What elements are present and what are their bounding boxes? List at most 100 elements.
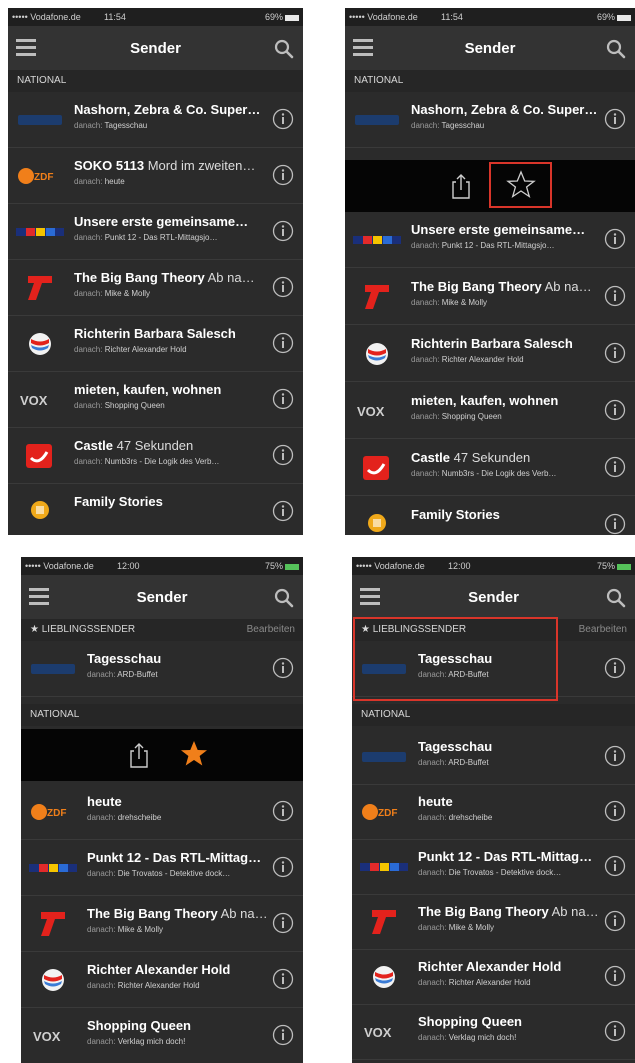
- info-icon[interactable]: [604, 399, 626, 421]
- channel-row[interactable]: Richterin Barbara Salesch danach: Richter…: [8, 316, 303, 372]
- channel-row[interactable]: The Big Bang Theory Ab na… danach: Mike &…: [345, 269, 635, 325]
- battery-percent: 75%: [264, 561, 283, 571]
- info-icon[interactable]: [604, 228, 626, 250]
- info-icon[interactable]: [604, 965, 626, 987]
- info-icon[interactable]: [604, 745, 626, 767]
- program-title: Shopping Queen: [87, 1018, 267, 1033]
- channel-row[interactable]: The Big Bang Theory Ab na… danach: Mike &…: [352, 894, 635, 950]
- info-icon[interactable]: [604, 657, 626, 679]
- next-program-title: Verklag mich doch!: [448, 1033, 517, 1042]
- info-icon[interactable]: [604, 910, 626, 932]
- next-program-title: drehscheibe: [117, 813, 162, 822]
- channel-row[interactable]: Castle 47 Sekunden danach: Numb3rs - Die …: [345, 440, 635, 496]
- program-title-main: SOKO 5113: [74, 158, 145, 173]
- info-icon[interactable]: [272, 164, 294, 186]
- info-icon[interactable]: [604, 456, 626, 478]
- channel-row[interactable]: ZDF heute danach: drehscheibe: [21, 784, 303, 840]
- search-icon[interactable]: [605, 38, 627, 60]
- info-icon[interactable]: [272, 276, 294, 298]
- program-title: Nashorn, Zebra & Co. Super…: [411, 102, 599, 117]
- edit-link[interactable]: Bearbeiten: [579, 624, 627, 635]
- panel-bottom-left: ••••• Vodafone.de 12:00 75% Sender ★ LIEBLIN…: [21, 557, 303, 1063]
- channel-logo-rtl2: [351, 511, 403, 535]
- info-icon[interactable]: [272, 800, 294, 822]
- channel-row[interactable]: Castle 47 Sekunden danach: Numb3rs - Die …: [8, 428, 303, 484]
- channel-row[interactable]: Unsere erste gemeinsame… danach: Punkt 12…: [345, 212, 635, 268]
- info-icon[interactable]: [604, 513, 626, 535]
- next-program: danach: ARD-Buffet: [87, 670, 267, 679]
- row-action-bar: [345, 160, 635, 212]
- info-icon[interactable]: [604, 342, 626, 364]
- channel-row[interactable]: Family Stories: [8, 484, 303, 535]
- clock: 12:00: [117, 561, 140, 571]
- share-icon[interactable]: [127, 741, 151, 769]
- info-icon[interactable]: [604, 108, 626, 130]
- status-bar: ••••• Vodafone.de 11:54 69%: [345, 8, 635, 26]
- info-icon[interactable]: [604, 855, 626, 877]
- channel-row[interactable]: Richterin Barbara Salesch danach: Richter…: [345, 326, 635, 382]
- channel-row[interactable]: ZDF SOKO 5113 Mord im zweiten… danach: heu…: [8, 148, 303, 204]
- program-title: The Big Bang Theory Ab na…: [87, 906, 267, 921]
- program-title-episode: Ab na…: [548, 904, 599, 919]
- program-title-main: Tagesschau: [87, 651, 162, 666]
- channel-row[interactable]: Richter Alexander Hold danach: Richter Al…: [352, 949, 635, 1005]
- next-program-title: Punkt 12 - Das RTL-Mittagsjo…: [104, 233, 218, 242]
- program-title: Richter Alexander Hold: [87, 962, 267, 977]
- channel-logo-rtl2: [14, 498, 66, 526]
- channel-logo-kabel1: [14, 442, 66, 470]
- info-icon[interactable]: [272, 856, 294, 878]
- channel-row[interactable]: The Big Bang Theory Ab na… danach: Mike &…: [8, 260, 303, 316]
- channel-row[interactable]: Nashorn, Zebra & Co. Super… danach: Tages…: [345, 92, 635, 148]
- info-icon[interactable]: [604, 1020, 626, 1042]
- channel-row[interactable]: Tagesschau danach: ARD-Buffet: [352, 729, 635, 785]
- info-icon[interactable]: [604, 285, 626, 307]
- program-title: SOKO 5113 Mord im zweiten…: [74, 158, 267, 173]
- info-icon[interactable]: [272, 657, 294, 679]
- info-icon[interactable]: [272, 332, 294, 354]
- favorite-star-icon[interactable]: [179, 739, 209, 769]
- channel-row[interactable]: Richter Alexander Hold danach: Richter Al…: [21, 952, 303, 1008]
- search-icon[interactable]: [273, 38, 295, 60]
- channel-row[interactable]: Tagesschau danach: ARD-Buffet: [21, 641, 303, 697]
- info-icon[interactable]: [272, 220, 294, 242]
- channel-row[interactable]: Unsere erste gemeinsame… danach: Punkt 12…: [8, 204, 303, 260]
- program-title-main: The Big Bang Theory: [87, 906, 218, 921]
- channel-row[interactable]: Family Stories: [345, 497, 635, 535]
- info-icon[interactable]: [272, 1024, 294, 1046]
- channel-row[interactable]: Nashorn, Zebra & Co. Super… danach: Tages…: [8, 92, 303, 148]
- edit-link[interactable]: Bearbeiten: [247, 624, 295, 635]
- channel-row[interactable]: VOX Shopping Queen danach: Verklag mich do…: [352, 1004, 635, 1060]
- channel-row[interactable]: VOX mieten, kaufen, wohnen danach: Shoppin…: [345, 383, 635, 439]
- next-prefix: danach:: [74, 401, 103, 410]
- next-program: danach: Richter Alexander Hold: [87, 981, 267, 990]
- program-title: Punkt 12 - Das RTL-Mittag…: [87, 850, 267, 865]
- next-prefix: danach:: [411, 121, 440, 130]
- info-icon[interactable]: [272, 968, 294, 990]
- info-icon[interactable]: [272, 108, 294, 130]
- search-icon[interactable]: [273, 587, 295, 609]
- channel-logo-daserste: [14, 106, 66, 134]
- highlight-box: [489, 162, 552, 208]
- search-icon[interactable]: [605, 587, 627, 609]
- info-icon[interactable]: [272, 912, 294, 934]
- program-title: Richter Alexander Hold: [418, 959, 599, 974]
- next-prefix: danach:: [418, 813, 447, 822]
- channel-row[interactable]: ZDF heute danach: drehscheibe: [352, 784, 635, 840]
- status-bar: ••••• Vodafone.de 12:00 75%: [352, 557, 635, 575]
- info-icon[interactable]: [272, 444, 294, 466]
- channel-row[interactable]: Punkt 12 - Das RTL-Mittag… danach: Die Tr…: [352, 839, 635, 895]
- info-icon[interactable]: [272, 500, 294, 522]
- status-bar: ••••• Vodafone.de 11:54 69%: [8, 8, 303, 26]
- channel-logo-daserste: [351, 106, 403, 134]
- channel-row[interactable]: Punkt 12 - Das RTL-Mittag… danach: Die Tr…: [21, 840, 303, 896]
- channel-row[interactable]: The Big Bang Theory Ab na… danach: Mike &…: [21, 896, 303, 952]
- next-program: danach: Numb3rs - Die Logik des Verb…: [411, 469, 599, 478]
- info-icon[interactable]: [272, 388, 294, 410]
- channel-row[interactable]: VOX mieten, kaufen, wohnen danach: Shoppin…: [8, 372, 303, 428]
- next-prefix: danach:: [87, 670, 116, 679]
- info-icon[interactable]: [604, 800, 626, 822]
- share-icon[interactable]: [449, 172, 473, 200]
- channel-row[interactable]: VOX Shopping Queen danach: Verklag mich do…: [21, 1008, 303, 1063]
- next-program-title: Die Trovatos - Detektive dock…: [448, 868, 562, 877]
- next-prefix: danach:: [418, 868, 447, 877]
